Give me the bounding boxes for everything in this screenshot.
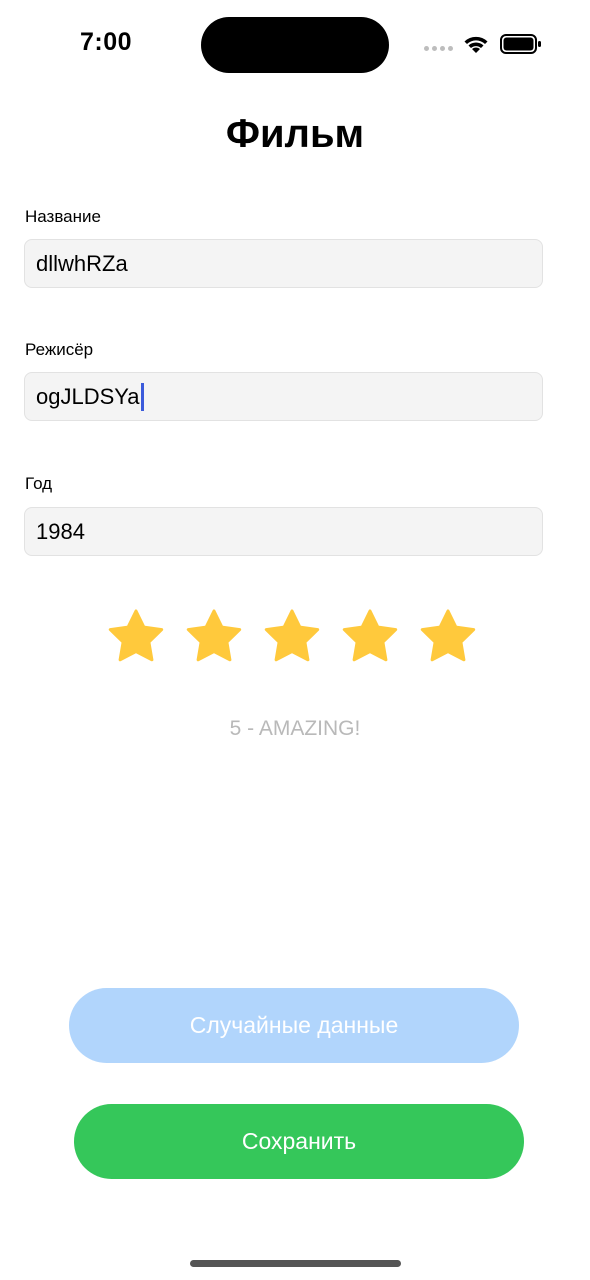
save-button[interactable]: Сохранить	[74, 1104, 524, 1179]
name-label: Название	[25, 207, 101, 226]
rating-stars	[106, 608, 478, 668]
star-icon-5[interactable]	[418, 608, 478, 668]
year-field[interactable]: 1984	[24, 507, 543, 556]
star-icon-4[interactable]	[340, 608, 400, 668]
wifi-icon	[464, 36, 488, 53]
status-time: 7:00	[80, 28, 133, 56]
name-field[interactable]: dllwhRZa	[24, 239, 543, 288]
page-title: Фильм	[225, 112, 365, 156]
cellular-signal-icon	[424, 46, 453, 51]
home-indicator	[190, 1260, 401, 1267]
random-data-button[interactable]: Случайные данные	[69, 988, 519, 1063]
director-value: ogJLDSYa	[36, 383, 140, 409]
save-label: Сохранить	[241, 1128, 357, 1154]
battery-icon	[500, 34, 541, 54]
text-cursor	[140, 382, 144, 411]
random-data-label: Случайные данные	[189, 1012, 399, 1038]
name-value: dllwhRZa	[36, 250, 128, 276]
star-icon-2[interactable]	[184, 608, 244, 668]
year-value: 1984	[36, 518, 85, 544]
director-label: Режисёр	[25, 340, 94, 359]
star-icon-1[interactable]	[106, 608, 166, 668]
director-field[interactable]: ogJLDSYa	[24, 372, 543, 421]
star-icon-3[interactable]	[262, 608, 322, 668]
rating-text: 5 - AMAZING!	[229, 717, 361, 740]
dynamic-island	[201, 17, 389, 73]
year-label: Год	[25, 474, 53, 493]
